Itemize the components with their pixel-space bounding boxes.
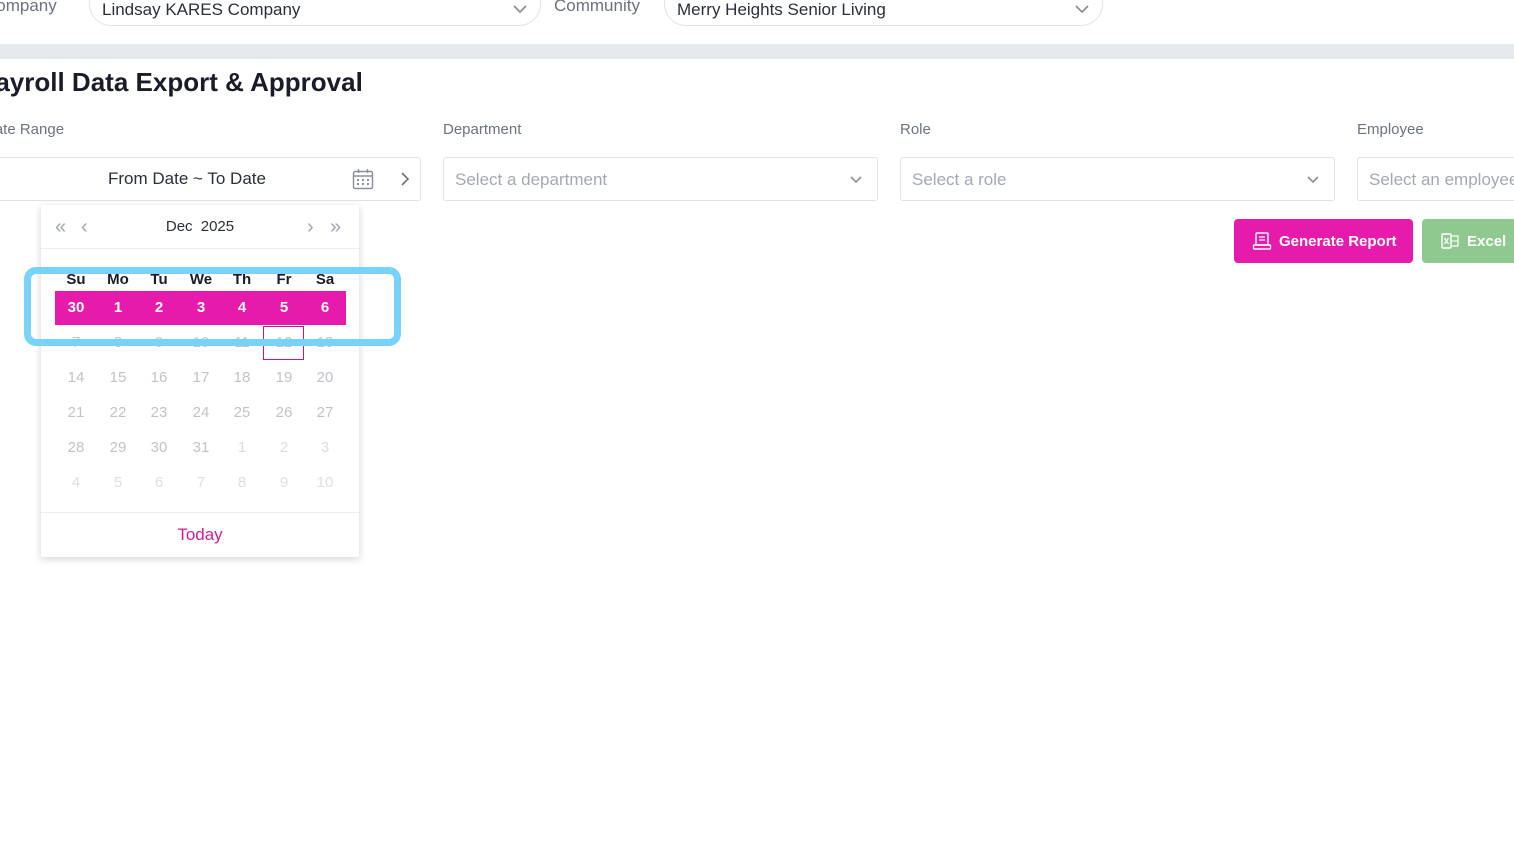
calendar-day[interactable]: 2 [263, 431, 305, 465]
selection-highlight [24, 267, 401, 346]
generate-report-button[interactable]: Generate Report [1234, 219, 1413, 263]
top-filter-bar: Company Lindsay KARES Company Community … [0, 0, 1514, 44]
calendar-day[interactable]: 19 [263, 361, 305, 395]
role-label: Role [900, 121, 931, 138]
calendar-day[interactable]: 25 [221, 396, 263, 430]
calendar-day[interactable]: 6 [138, 466, 180, 500]
today-button[interactable]: Today [41, 525, 359, 545]
community-label: Community [554, 0, 640, 15]
calendar-day[interactable]: 21 [55, 396, 97, 430]
calendar-day[interactable]: 17 [180, 361, 222, 395]
calendar-day[interactable]: 20 [304, 361, 346, 395]
date-picker-popup: « ‹ Dec 2025 › » Su Mo Tu We Th Fr Sa 30 1 2 3 4 5 6… [41, 205, 359, 557]
company-value: Lindsay KARES Company [102, 0, 301, 19]
report-icon [1252, 232, 1272, 250]
excel-label: Excel [1467, 232, 1507, 250]
excel-export-button[interactable]: Excel [1422, 219, 1514, 263]
calendar-day[interactable]: 4 [55, 466, 97, 500]
calendar-header: « ‹ Dec 2025 › » [41, 205, 359, 249]
calendar-icon[interactable] [352, 168, 374, 190]
calendar-day[interactable]: 30 [138, 431, 180, 465]
calendar-day[interactable]: 26 [263, 396, 305, 430]
calendar-day[interactable]: 16 [138, 361, 180, 395]
calendar-day[interactable]: 28 [55, 431, 97, 465]
calendar-day[interactable]: 18 [221, 361, 263, 395]
calendar-day[interactable]: 8 [221, 466, 263, 500]
calendar-day[interactable]: 22 [97, 396, 139, 430]
calendar-day[interactable]: 23 [138, 396, 180, 430]
calendar-day[interactable]: 1 [221, 431, 263, 465]
double-chevron-right-icon[interactable]: » [330, 217, 341, 237]
date-range-value: From Date ~ To Date [108, 169, 266, 188]
chevron-down-icon [1075, 5, 1089, 14]
role-select[interactable]: Select a role [900, 157, 1335, 201]
calendar-footer: Today [41, 512, 359, 557]
chevron-right-icon[interactable]: › [307, 217, 314, 237]
employee-select[interactable]: Select an employee [1357, 157, 1514, 201]
role-placeholder: Select a role [912, 170, 1007, 189]
department-select[interactable]: Select a department [443, 157, 878, 201]
calendar-day[interactable]: 5 [97, 466, 139, 500]
excel-icon [1441, 233, 1459, 249]
page-title: Payroll Data Export & Approval [0, 67, 363, 97]
calendar-day[interactable]: 7 [180, 466, 222, 500]
date-range-label: Date Range [0, 121, 65, 138]
calendar-year[interactable]: 2025 [201, 218, 234, 235]
employee-label: Employee [1357, 121, 1424, 138]
community-value: Merry Heights Senior Living [677, 0, 886, 19]
community-select[interactable]: Merry Heights Senior Living [664, 0, 1103, 26]
department-label: Department [443, 121, 522, 138]
employee-placeholder: Select an employee [1369, 170, 1514, 189]
calendar-day[interactable]: 10 [304, 466, 346, 500]
calendar-day[interactable]: 29 [97, 431, 139, 465]
calendar-day[interactable]: 27 [304, 396, 346, 430]
department-placeholder: Select a department [455, 170, 608, 189]
company-select[interactable]: Lindsay KARES Company [89, 0, 541, 26]
chevron-down-icon [1307, 176, 1319, 184]
calendar-day[interactable]: 31 [180, 431, 222, 465]
chevron-right-icon[interactable] [399, 171, 411, 187]
chevron-down-icon [513, 5, 527, 14]
header-divider-band [0, 44, 1514, 59]
calendar-day[interactable]: 15 [97, 361, 139, 395]
calendar-day[interactable]: 3 [304, 431, 346, 465]
calendar-month[interactable]: Dec [166, 218, 193, 235]
calendar-day[interactable]: 14 [55, 361, 97, 395]
calendar-day[interactable]: 24 [180, 396, 222, 430]
chevron-down-icon [850, 176, 862, 184]
company-label: Company [0, 0, 57, 15]
generate-report-label: Generate Report [1279, 232, 1397, 250]
calendar-day[interactable]: 9 [263, 466, 305, 500]
